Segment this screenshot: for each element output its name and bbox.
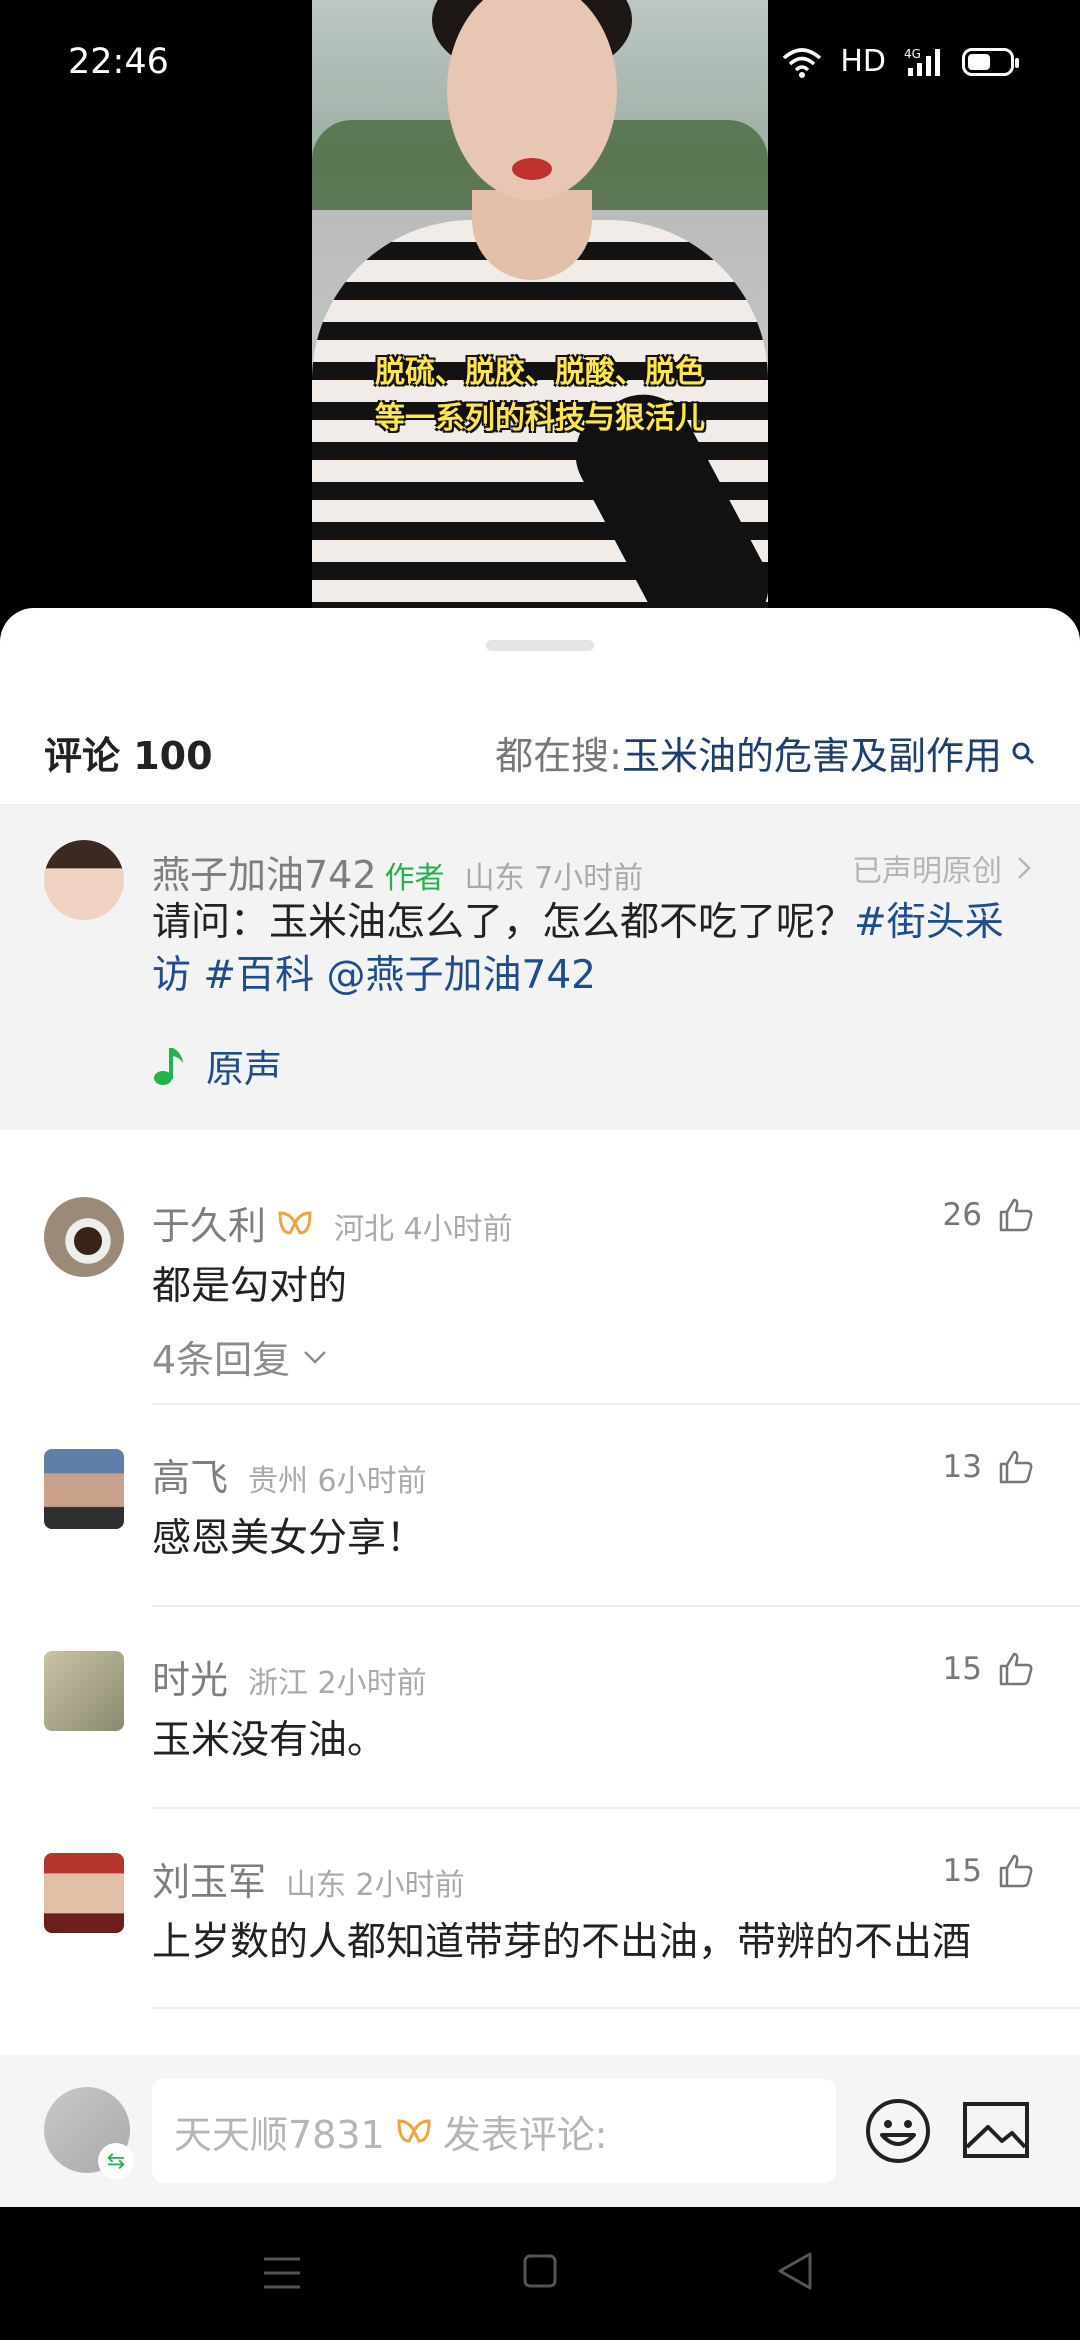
- original-declaration[interactable]: 已声明原创: [852, 846, 1032, 890]
- comment-item[interactable]: 刘玉军 山东 2小时前 15 上岁数的人都知道带芽的不出油，带辨的不出酒: [0, 1809, 1080, 2009]
- comment-item[interactable]: 时光 浙江 2小时前 15 玉米没有油。: [0, 1607, 1080, 1807]
- like-button[interactable]: 15: [943, 1651, 1034, 1687]
- author-post-text: 请问：玉米油怎么了，怎么都不吃了呢？#街头采访 #百科 @燕子加油742: [152, 896, 1042, 1002]
- like-count: 26: [942, 1197, 982, 1233]
- author-location-time: 山东 7小时前: [464, 861, 644, 896]
- commenter-name[interactable]: 刘玉军: [152, 1851, 266, 1906]
- emoji-icon[interactable]: [864, 2097, 932, 2165]
- comment-text: 上岁数的人都知道带芽的不出油，带辨的不出酒: [152, 1920, 972, 1965]
- author-post[interactable]: 燕子加油742 作者 山东 7小时前 已声明原创 请问：玉米油怎么了，怎么都不吃…: [0, 806, 1080, 1130]
- expand-replies-button[interactable]: 4条回复: [152, 1329, 328, 1384]
- caption-line-1: 脱硫、脱胶、脱酸、脱色: [375, 355, 705, 390]
- hashtag-encyclopedia[interactable]: #百科: [203, 953, 314, 998]
- input-placeholder: 发表评论:: [442, 2112, 608, 2157]
- comment-divider: [152, 2007, 1080, 2009]
- comment-location-time: 贵州 6小时前: [248, 1464, 427, 1499]
- comment-location-time: 浙江 2小时前: [248, 1666, 427, 1701]
- comment-location-time: 山东 2小时前: [286, 1868, 465, 1903]
- switch-account-icon[interactable]: ⇆: [98, 2143, 134, 2179]
- commenter-avatar[interactable]: [44, 1449, 124, 1529]
- sheet-header: 评论 100 都在搜: 玉米油的危害及副作用: [0, 713, 1080, 793]
- comment-meta-row: 时光 浙江 2小时前: [152, 1649, 427, 1704]
- comment-meta-row: 刘玉军 山东 2小时前: [152, 1851, 465, 1906]
- sound-label: 原声: [206, 1047, 283, 1091]
- comment-location-time: 河北 4小时前: [334, 1212, 513, 1247]
- like-count: 15: [942, 1651, 982, 1687]
- thumbs-up-icon: [999, 1652, 1033, 1686]
- reply-count: 4条回复: [152, 1338, 291, 1382]
- music-note-icon: [154, 1047, 183, 1085]
- comment-item[interactable]: 高飞 贵州 6小时前 13 感恩美女分享！: [0, 1405, 1080, 1605]
- signal-icon: 4G: [904, 47, 940, 76]
- comment-sheet: 评论 100 都在搜: 玉米油的危害及副作用 燕子加油742 作者 山东 7小时…: [0, 608, 1080, 2208]
- search-icon: [1012, 742, 1035, 764]
- author-meta-row: 燕子加油742 作者 山东 7小时前: [152, 844, 643, 899]
- commenter-name[interactable]: 于久利: [152, 1195, 266, 1250]
- like-count: 15: [942, 1853, 982, 1889]
- commenter-name[interactable]: 时光: [152, 1649, 228, 1704]
- system-nav-bar: [0, 2207, 1080, 2340]
- home-icon[interactable]: [522, 2253, 558, 2289]
- like-button[interactable]: 15: [943, 1853, 1034, 1889]
- thumbs-up-icon: [999, 1198, 1033, 1232]
- comment-meta-row: 于久利 河北 4小时前: [152, 1195, 513, 1250]
- trending-search-link[interactable]: 都在搜: 玉米油的危害及副作用: [495, 725, 1036, 780]
- author-tag: 作者: [384, 861, 445, 896]
- like-count: 13: [942, 1449, 982, 1485]
- comment-input-bar: ⇆ 天天顺7831 发表评论:: [0, 2055, 1080, 2207]
- chevron-down-icon: [304, 1350, 327, 1364]
- comment-meta-row: 高飞 贵州 6小时前: [152, 1447, 427, 1502]
- battery-icon: [962, 47, 1019, 76]
- caption-line-2: 等一系列的科技与狠活儿: [375, 401, 705, 436]
- comment-input[interactable]: 天天顺7831 发表评论:: [152, 2079, 836, 2183]
- recent-apps-icon[interactable]: [262, 2255, 302, 2291]
- vip-badge-icon: [397, 2119, 431, 2143]
- post-body: 请问：玉米油怎么了，怎么都不吃了呢？: [152, 900, 855, 945]
- my-username: 天天顺7831: [174, 2112, 385, 2157]
- commenter-avatar[interactable]: [44, 1651, 124, 1731]
- commenter-name[interactable]: 高飞: [152, 1447, 228, 1502]
- like-button[interactable]: 13: [943, 1449, 1034, 1485]
- mention-link[interactable]: @燕子加油742: [327, 953, 596, 998]
- comment-text: 感恩美女分享！: [152, 1516, 426, 1561]
- original-sound-link[interactable]: 原声: [152, 1038, 282, 1093]
- vip-badge-icon: [278, 1210, 312, 1235]
- search-term: 玉米油的危害及副作用: [621, 734, 1002, 778]
- thumbs-up-icon: [999, 1854, 1033, 1888]
- comment-text: 玉米没有油。: [152, 1718, 387, 1763]
- author-name[interactable]: 燕子加油742: [152, 844, 377, 899]
- commenter-avatar[interactable]: [44, 1853, 124, 1933]
- like-button[interactable]: 26: [943, 1197, 1034, 1233]
- svg-text:4G: 4G: [904, 47, 921, 61]
- original-label: 已声明原创: [852, 854, 1002, 889]
- status-icons: HD 4G: [782, 44, 1019, 79]
- commenter-avatar[interactable]: [44, 1197, 124, 1277]
- image-icon[interactable]: [962, 2101, 1030, 2159]
- comment-count: 评论 100: [44, 734, 213, 778]
- chevron-right-icon: [1018, 857, 1031, 879]
- wifi-icon: [783, 47, 822, 78]
- status-bar: 22:46 HD 4G: [0, 0, 1080, 130]
- drag-handle[interactable]: [486, 640, 594, 651]
- comment-text: 都是勾对的: [152, 1264, 348, 1309]
- video-lips: [512, 158, 552, 180]
- hd-indicator: HD: [840, 44, 886, 79]
- status-time: 22:46: [68, 42, 169, 82]
- back-icon[interactable]: [776, 2251, 814, 2291]
- video-caption: 脱硫、脱胶、脱酸、脱色 等一系列的科技与狠活儿: [312, 350, 768, 442]
- thumbs-up-icon: [999, 1450, 1033, 1484]
- search-prefix: 都在搜:: [495, 734, 622, 778]
- author-avatar[interactable]: [44, 840, 124, 920]
